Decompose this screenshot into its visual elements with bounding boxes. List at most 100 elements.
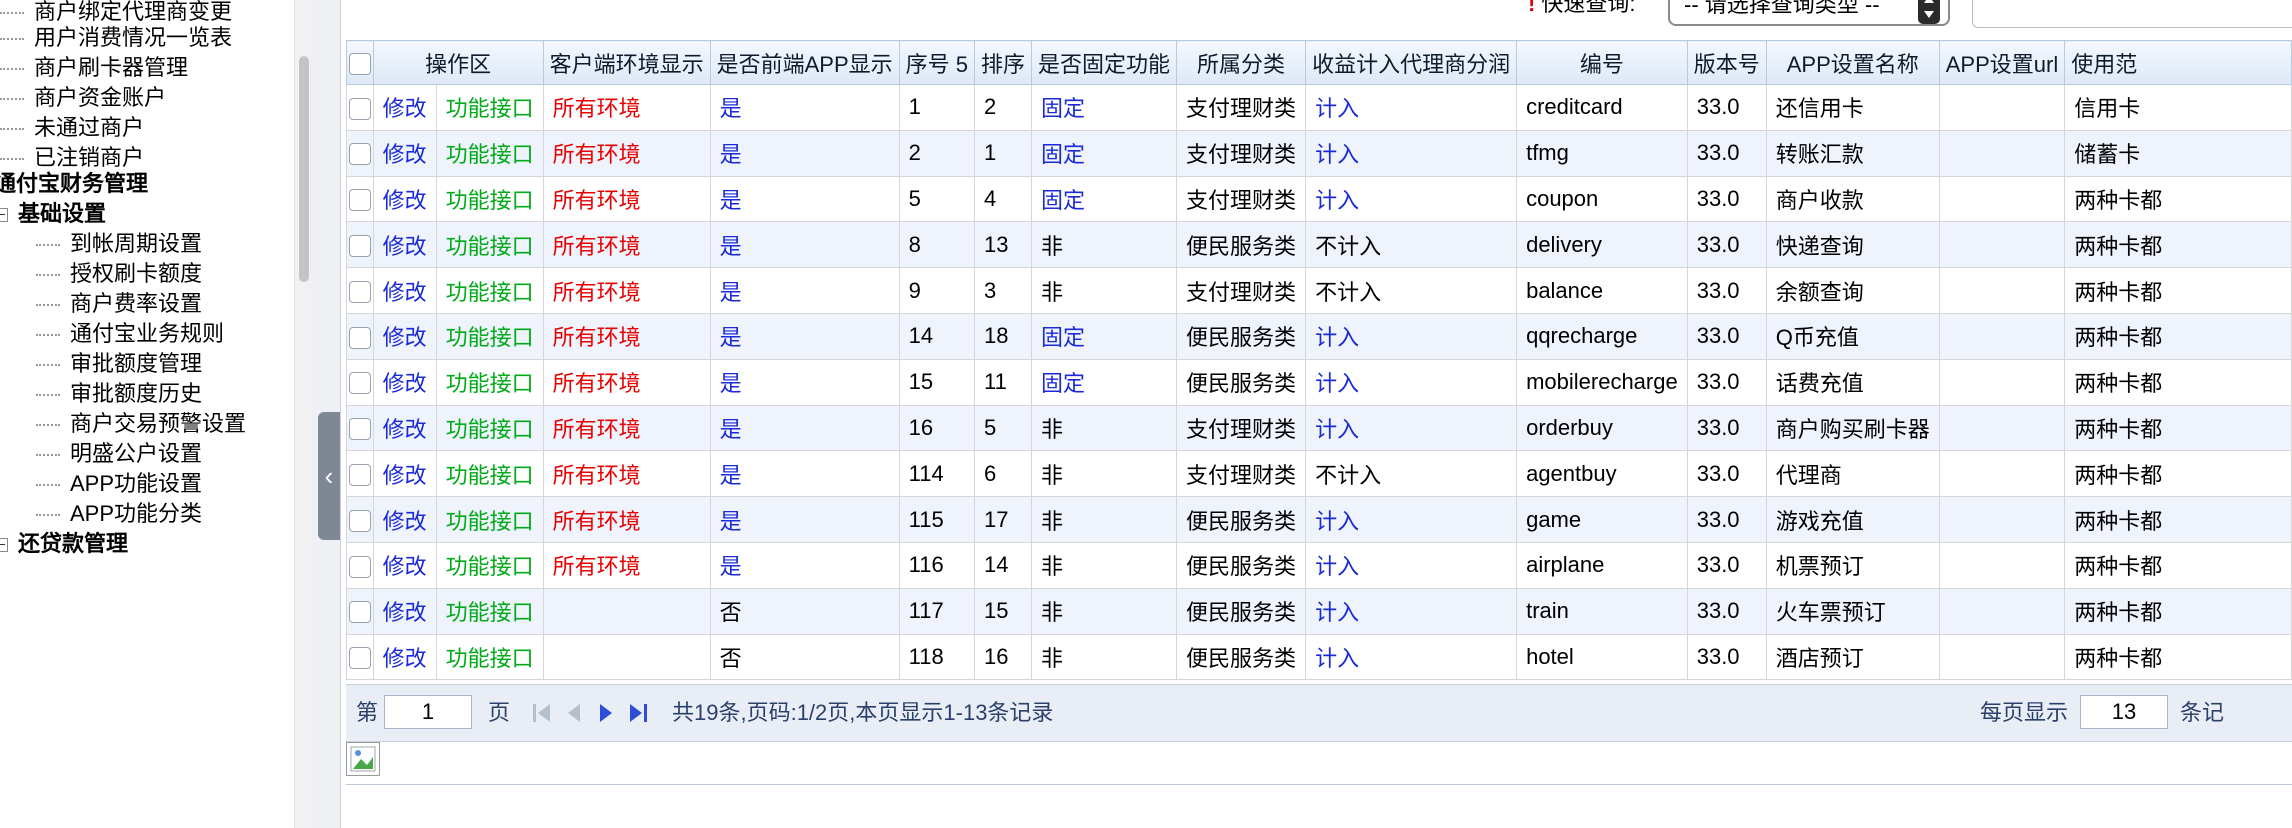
sidebar-scroll-thumb[interactable] <box>299 56 309 282</box>
row-checkbox-cell[interactable] <box>346 129 374 177</box>
row-checkbox-cell[interactable] <box>346 404 374 452</box>
checkbox-icon[interactable] <box>348 97 371 120</box>
collapse-left-icon[interactable]: ‹ <box>318 412 340 540</box>
api-link[interactable]: 功能接口 <box>435 312 544 360</box>
row-checkbox-cell[interactable] <box>346 633 374 681</box>
row-checkbox-cell[interactable] <box>346 496 374 543</box>
table-row[interactable]: 修改 功能接口 否 117 15 非便民服务类 计入 train 33.0 火车票预订 两种卡都 <box>346 587 2292 635</box>
prev-page-icon[interactable] <box>562 701 586 725</box>
edit-link[interactable]: 修改 <box>372 312 437 360</box>
select-all-checkbox[interactable] <box>346 40 374 85</box>
show-cell: 是 <box>709 450 900 498</box>
checkbox-icon[interactable] <box>348 647 371 670</box>
row-checkbox-cell[interactable] <box>346 358 374 406</box>
table-row[interactable]: 修改 功能接口 所有环境是 14 18 固定 便民服务类 计入 qqrecharge 33.0 Q币… <box>346 312 2292 360</box>
api-link[interactable]: 功能接口 <box>435 587 544 635</box>
checkbox-icon[interactable] <box>348 509 371 532</box>
name-cell: 火车票预订 <box>1765 587 1940 635</box>
row-checkbox-cell[interactable] <box>346 267 374 314</box>
table-row[interactable]: 修改 功能接口 所有环境是 5 4 固定 支付理财类 计入 coupon 33.0 商户收款 两种卡都 <box>346 175 2292 223</box>
row-checkbox-cell[interactable] <box>346 587 374 635</box>
sidebar-scrollbar[interactable] <box>294 0 311 828</box>
checkbox-icon[interactable] <box>348 52 371 75</box>
api-link[interactable]: 功能接口 <box>435 404 544 452</box>
edit-link[interactable]: 修改 <box>372 84 437 131</box>
api-link[interactable]: 功能接口 <box>435 541 544 589</box>
row-checkbox-cell[interactable] <box>346 221 374 269</box>
edit-link[interactable]: 修改 <box>372 175 437 223</box>
table-row[interactable]: 修改 功能接口 所有环境是 16 5 非支付理财类 计入 orderbuy 33.0 商户购买刷卡… <box>346 404 2292 452</box>
edit-link[interactable]: 修改 <box>372 450 437 498</box>
checkbox-icon[interactable] <box>348 418 371 441</box>
edit-link[interactable]: 修改 <box>372 267 437 314</box>
col-header-env[interactable]: 客户端环境显示 <box>542 40 711 85</box>
table-row[interactable]: 修改 功能接口 所有环境是 9 3 非支付理财类 不计入 balance 33.0 余额查询 两种卡… <box>346 267 2292 314</box>
table-row[interactable]: 修改 功能接口 所有环境是 2 1 固定 支付理财类 计入 tfmg 33.0 转账汇款 储蓄卡 <box>346 129 2292 177</box>
edit-link[interactable]: 修改 <box>372 358 437 406</box>
col-header-profit[interactable]: 收益计入代理商分润 <box>1305 40 1518 85</box>
api-link[interactable]: 功能接口 <box>435 175 544 223</box>
edit-link[interactable]: 修改 <box>372 221 437 269</box>
api-link[interactable]: 功能接口 <box>435 358 544 406</box>
table-row[interactable]: 修改 功能接口 所有环境是 114 6 非支付理财类 不计入 agentbuy 33.0 代理商 两… <box>346 450 2292 498</box>
col-header-sort[interactable]: 排序 <box>974 40 1033 85</box>
row-checkbox-cell[interactable] <box>346 175 374 223</box>
col-header-fixed[interactable]: 是否固定功能 <box>1031 40 1178 85</box>
table-row[interactable]: 修改 功能接口 所有环境是 8 13 非便民服务类 不计入 delivery 33.0 快递查询 两… <box>346 221 2292 269</box>
api-link[interactable]: 功能接口 <box>435 129 544 177</box>
scope-cell: 储蓄卡 <box>2064 129 2292 177</box>
collapse-tree-icon[interactable] <box>0 208 8 223</box>
row-checkbox-cell[interactable] <box>346 541 374 589</box>
checkbox-icon[interactable] <box>348 372 371 395</box>
page-number-input[interactable]: 1 <box>384 695 472 729</box>
checkbox-icon[interactable] <box>348 234 371 257</box>
table-row[interactable]: 修改 功能接口 否 118 16 非便民服务类 计入 hotel 33.0 酒店预订 两种卡都 <box>346 633 2292 681</box>
edit-link[interactable]: 修改 <box>372 129 437 177</box>
api-link[interactable]: 功能接口 <box>435 221 544 269</box>
api-link[interactable]: 功能接口 <box>435 496 544 543</box>
sort-cell: 16 <box>974 633 1033 681</box>
row-checkbox-cell[interactable] <box>346 312 374 360</box>
edit-link[interactable]: 修改 <box>372 587 437 635</box>
api-link[interactable]: 功能接口 <box>435 633 544 681</box>
last-page-icon[interactable] <box>626 701 650 725</box>
table-row[interactable]: 修改 功能接口 所有环境是 116 14 非便民服务类 计入 airplane 33.0 机票预订… <box>346 541 2292 589</box>
edit-link[interactable]: 修改 <box>372 541 437 589</box>
query-type-select[interactable]: -- 请选择查询类型 -- <box>1668 0 1950 26</box>
next-page-icon[interactable] <box>594 701 618 725</box>
table-row[interactable]: 修改 功能接口 所有环境是 1 2 固定 支付理财类 计入 creditcard 33.0 还信用卡… <box>346 84 2292 131</box>
first-page-icon[interactable] <box>530 701 554 725</box>
checkbox-icon[interactable] <box>348 143 371 166</box>
checkbox-icon[interactable] <box>348 189 371 212</box>
api-link[interactable]: 功能接口 <box>435 267 544 314</box>
page-size-input[interactable]: 13 <box>2080 695 2168 729</box>
api-link[interactable]: 功能接口 <box>435 450 544 498</box>
col-header-seq[interactable]: 序号 5 <box>898 40 976 85</box>
checkbox-icon[interactable] <box>348 555 371 578</box>
sidebar-group-loan[interactable]: 还贷款管理 <box>0 524 128 564</box>
col-header-show[interactable]: 是否前端APP显示 <box>709 40 900 85</box>
col-header-actions[interactable]: 操作区 <box>372 40 544 85</box>
table-row[interactable]: 修改 功能接口 所有环境是 15 11 固定 便民服务类 计入 mobilerecharge 33… <box>346 358 2292 406</box>
row-checkbox-cell[interactable] <box>346 450 374 498</box>
collapse-tree-icon[interactable] <box>0 538 8 553</box>
edit-link[interactable]: 修改 <box>372 404 437 452</box>
api-link[interactable]: 功能接口 <box>435 84 544 131</box>
col-header-category[interactable]: 所属分类 <box>1176 40 1307 85</box>
col-header-url[interactable]: APP设置url <box>1938 40 2066 85</box>
edit-link[interactable]: 修改 <box>372 633 437 681</box>
col-header-version[interactable]: 版本号 <box>1686 40 1767 85</box>
row-checkbox-cell[interactable] <box>346 84 374 131</box>
edit-link[interactable]: 修改 <box>372 496 437 543</box>
col-header-name[interactable]: APP设置名称 <box>1765 40 1940 85</box>
checkbox-icon[interactable] <box>348 463 371 486</box>
col-header-code[interactable]: 编号 <box>1516 40 1688 85</box>
checkbox-icon[interactable] <box>348 326 371 349</box>
checkbox-icon[interactable] <box>348 601 371 624</box>
query-input[interactable] <box>1972 0 2292 28</box>
col-header-scope[interactable]: 使用范 <box>2064 40 2292 85</box>
page-suffix: 页 <box>488 700 511 725</box>
table-row[interactable]: 修改 功能接口 所有环境是 115 17 非便民服务类 计入 game 33.0 游戏充值 两种卡都 <box>346 496 2292 543</box>
seq-cell: 9 <box>898 267 976 314</box>
checkbox-icon[interactable] <box>348 280 371 303</box>
